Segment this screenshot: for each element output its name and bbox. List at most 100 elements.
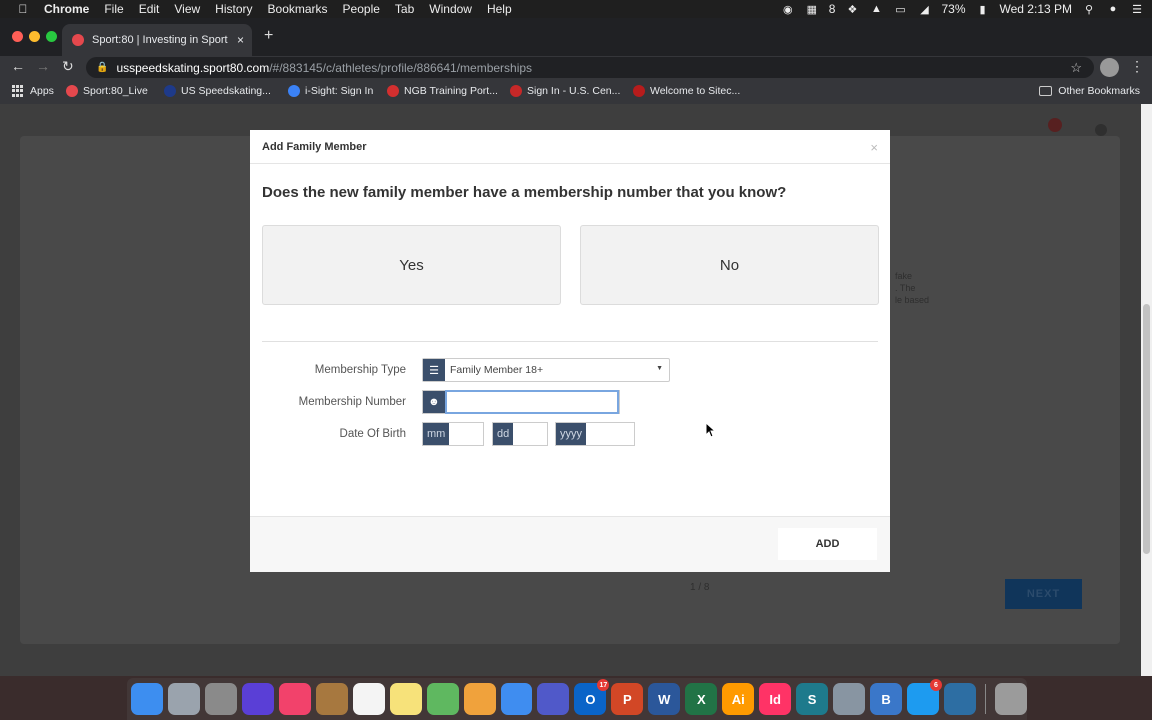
apple-menu-icon[interactable]:  [16, 2, 30, 16]
chrome-icon[interactable] [500, 683, 533, 715]
new-tab-icon[interactable]: + [264, 27, 273, 45]
bookmark-isight[interactable]: i-Sight: Sign In [288, 85, 373, 97]
apps-grid-icon [12, 85, 24, 97]
network-icon[interactable] [943, 683, 976, 715]
notification-icon[interactable]: ▦ [805, 3, 819, 16]
spotlight-search-icon[interactable]: ⚲ [1082, 3, 1096, 16]
browser-tab-active[interactable]: Sport:80 | Investing in Sport × [62, 24, 252, 56]
divider [262, 341, 878, 342]
window-minimize-button[interactable] [29, 31, 40, 42]
membership-type-select[interactable]: ☰ Family Member 18+ ▼ [422, 358, 670, 382]
notes-icon[interactable] [389, 683, 422, 715]
reload-icon[interactable]: ↻ [62, 58, 74, 75]
battery-percent: 73% [941, 2, 966, 16]
app-store-icon[interactable]: 6 [907, 679, 942, 715]
scanner-icon[interactable] [833, 683, 866, 715]
menu-app-name[interactable]: Chrome [44, 2, 89, 16]
menu-tab[interactable]: Tab [395, 2, 414, 16]
bookmark-us-speedskating[interactable]: US Speedskating... [164, 85, 271, 97]
bookmark-apps[interactable]: Apps [12, 85, 54, 97]
bookmark-sitecore[interactable]: Welcome to Sitec... [633, 85, 740, 97]
menu-edit[interactable]: Edit [139, 2, 160, 16]
dob-year-group: yyyy [555, 422, 635, 446]
membership-number-input[interactable] [444, 390, 619, 414]
macos-menu-bar:  Chrome File Edit View History Bookmark… [0, 0, 1152, 18]
dob-year-input[interactable] [586, 423, 632, 445]
tab-close-icon[interactable]: × [237, 33, 244, 47]
outlook-icon[interactable]: O 17 [574, 679, 610, 715]
control-center-icon[interactable]: ☰ [1130, 3, 1144, 16]
forward-arrow-icon[interactable]: → [36, 58, 50, 74]
dob-day-input[interactable] [513, 423, 544, 445]
chevron-down-icon: ▼ [656, 365, 663, 372]
notefile-icon[interactable] [315, 683, 348, 715]
powerpoint-icon[interactable]: P [611, 683, 644, 715]
dob-year-addon: yyyy [556, 423, 586, 445]
sway-icon[interactable]: S [796, 683, 829, 715]
yes-button[interactable]: Yes [262, 225, 561, 305]
background-text-line: . The [895, 283, 916, 293]
no-button[interactable]: No [580, 225, 879, 305]
add-button[interactable]: ADD [778, 528, 877, 560]
url-host: usspeedskating.sport80.com [116, 60, 270, 75]
finder-icon[interactable] [131, 683, 163, 715]
photos-icon[interactable] [463, 683, 496, 715]
music-icon[interactable] [278, 683, 311, 715]
dob-month-input[interactable] [449, 423, 480, 445]
bookmark-us-center[interactable]: Sign In - U.S. Cen... [510, 85, 620, 97]
maps-icon[interactable] [426, 683, 459, 715]
membership-type-label: Membership Type [314, 364, 406, 376]
bookmark-ngb-training[interactable]: NGB Training Port... [387, 85, 498, 97]
battery-icon[interactable]: ▮ [976, 3, 990, 16]
profile-avatar-icon[interactable] [1100, 58, 1119, 77]
record-icon[interactable]: ◉ [781, 3, 795, 16]
background-text: fake . The le based [895, 270, 929, 306]
bookmark-label: Other Bookmarks [1058, 85, 1140, 97]
airplay-icon[interactable]: ▭ [893, 3, 907, 16]
indesign-icon[interactable]: Id [759, 683, 792, 715]
dob-day-group: dd [492, 422, 548, 446]
textedit-icon[interactable] [352, 683, 385, 715]
window-zoom-button[interactable] [46, 31, 57, 42]
teams-icon[interactable] [537, 683, 570, 715]
back-arrow-icon[interactable]: ← [11, 58, 25, 74]
tab-title: Sport:80 | Investing in Sport [92, 34, 228, 46]
scrollbar-thumb[interactable] [1143, 304, 1150, 554]
illustrator-icon[interactable]: Ai [722, 683, 755, 715]
lock-icon[interactable]: 🔒 [96, 62, 108, 73]
page-scrollbar[interactable] [1141, 104, 1152, 676]
user-icon[interactable]: ● [1106, 3, 1120, 15]
menu-file[interactable]: File [104, 2, 123, 16]
clock[interactable]: Wed 2:13 PM [1000, 2, 1072, 16]
trash-icon[interactable] [994, 683, 1027, 715]
launchpad-icon[interactable] [167, 683, 200, 715]
window-close-button[interactable] [12, 31, 23, 42]
bookmark-other-folder[interactable]: Other Bookmarks [1039, 85, 1140, 97]
next-button: NEXT [1005, 579, 1082, 609]
menu-bookmarks[interactable]: Bookmarks [268, 2, 328, 16]
menu-history[interactable]: History [215, 2, 252, 16]
address-bar[interactable]: 🔒 usspeedskating.sport80.com/#/883145/c/… [86, 57, 1094, 78]
dropbox-icon[interactable]: ❖ [845, 3, 859, 16]
drive-icon[interactable]: ▲ [869, 3, 883, 15]
modal-title: Add Family Member [262, 141, 367, 153]
bbedit-icon[interactable]: B [870, 683, 903, 715]
close-icon[interactable]: × [870, 140, 878, 155]
date-of-birth-label: Date Of Birth [339, 428, 406, 440]
word-icon[interactable]: W [648, 683, 681, 715]
siri-icon[interactable] [241, 683, 274, 715]
isight-favicon-icon [288, 85, 300, 97]
background-pagination: 1 / 8 [690, 582, 710, 593]
menu-window[interactable]: Window [429, 2, 472, 16]
menu-help[interactable]: Help [487, 2, 512, 16]
menu-view[interactable]: View [174, 2, 200, 16]
browser-tab-strip: Sport:80 | Investing in Sport × + [0, 18, 1152, 56]
bookmark-sport80-live[interactable]: Sport:80_Live [66, 85, 148, 97]
chrome-menu-icon[interactable]: ⋮ [1130, 58, 1144, 75]
excel-icon[interactable]: X [685, 683, 718, 715]
system-preferences-icon[interactable] [204, 683, 237, 715]
bookmark-star-icon[interactable]: ☆ [1070, 60, 1082, 76]
wifi-icon[interactable]: ◢ [917, 3, 931, 16]
menu-people[interactable]: People [343, 2, 380, 16]
membership-type-value: Family Member 18+ [450, 364, 544, 376]
